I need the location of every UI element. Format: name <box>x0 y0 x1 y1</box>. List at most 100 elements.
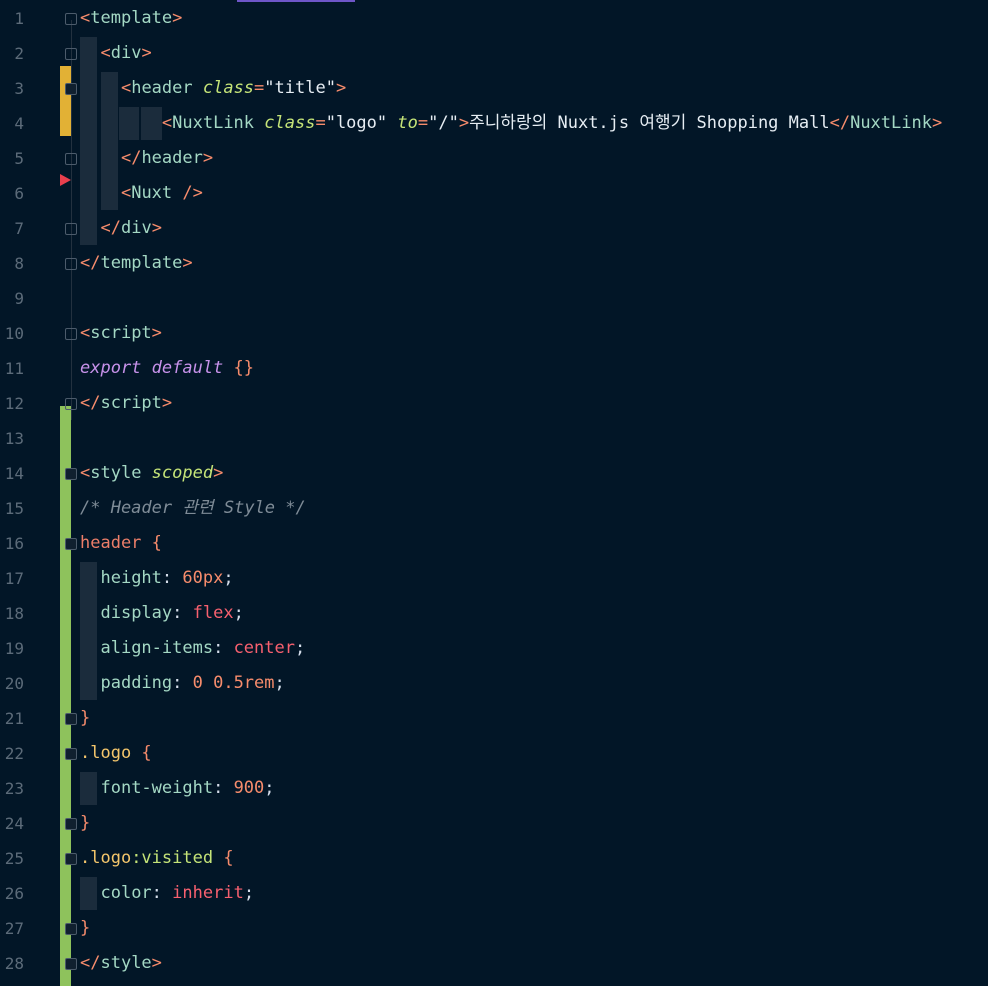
code-line[interactable]: 15 /* Header 관련 Style */ <box>0 491 988 526</box>
code-text[interactable]: header { <box>80 526 162 561</box>
code-line[interactable]: 10 <script> <box>0 316 988 351</box>
code-line[interactable]: 2 <div> <box>0 36 988 71</box>
code-line[interactable]: 24} <box>0 806 988 841</box>
code-text[interactable]: </div> <box>80 211 162 246</box>
line-number: 11 <box>4 359 24 378</box>
line-number: 17 <box>4 569 24 588</box>
code-line[interactable]: 19 align-items: center; <box>0 631 988 666</box>
code-line[interactable]: 18 display: flex; <box>0 596 988 631</box>
code-text[interactable]: } <box>80 806 90 841</box>
code-token: > <box>151 323 162 343</box>
line-number: 10 <box>4 324 24 343</box>
code-line[interactable]: 28 </style> <box>0 946 988 981</box>
code-token: : <box>213 778 234 798</box>
code-token: inherit <box>172 883 244 903</box>
code-line[interactable]: 6 <Nuxt /> <box>0 176 988 211</box>
code-text[interactable]: <template> <box>80 1 182 36</box>
code-text[interactable]: <style scoped> <box>80 456 223 491</box>
code-token: div <box>110 43 142 63</box>
code-text[interactable]: <Nuxt /> <box>80 176 203 211</box>
code-token: {} <box>233 358 255 378</box>
code-token: > <box>151 218 162 238</box>
code-editor[interactable]: 1 <template> 2 <div> 3 <header class="title… <box>0 0 988 986</box>
line-number: 16 <box>4 534 24 553</box>
code-line[interactable]: 14 <style scoped> <box>0 456 988 491</box>
code-token: .logo <box>80 848 132 868</box>
code-line[interactable]: 23 font-weight: 900; <box>0 771 988 806</box>
code-text[interactable]: } <box>80 911 90 946</box>
code-line[interactable]: 22 .logo { <box>0 736 988 771</box>
code-text[interactable]: display: flex; <box>80 596 244 631</box>
code-line[interactable]: 26 color: inherit; <box>0 876 988 911</box>
code-line[interactable]: 1 <template> <box>0 1 988 36</box>
line-number: 27 <box>4 919 24 938</box>
code-line[interactable]: 25 .logo:visited { <box>0 841 988 876</box>
code-line[interactable]: 7 </div> <box>0 211 988 246</box>
code-token: /* Header 관련 Style */ <box>80 498 306 518</box>
code-token: < <box>120 183 132 203</box>
code-token: template <box>100 253 183 273</box>
code-text[interactable]: <div> <box>80 36 151 71</box>
code-token: = <box>315 113 326 133</box>
code-text[interactable]: /* Header 관련 Style */ <box>80 491 306 526</box>
code-token: align-items <box>100 638 214 658</box>
code-token: height <box>100 568 162 588</box>
code-text[interactable]: </template> <box>80 246 193 281</box>
line-number: 2 <box>14 44 24 63</box>
code-line[interactable]: 11 export default {} <box>0 351 988 386</box>
code-text[interactable]: .logo { <box>80 736 152 771</box>
code-line[interactable]: 3 <header class="title"> <box>0 71 988 106</box>
code-line[interactable]: 13 <box>0 421 988 456</box>
code-line[interactable]: 5 </header> <box>0 141 988 176</box>
code-text[interactable]: <script> <box>80 316 162 351</box>
code-line[interactable]: 27} <box>0 911 988 946</box>
code-text[interactable]: </style> <box>80 946 162 981</box>
code-token: > <box>213 463 224 483</box>
code-text[interactable]: </script> <box>80 386 172 421</box>
code-token: } <box>80 813 91 833</box>
code-line[interactable]: 12 </script> <box>0 386 988 421</box>
code-text[interactable]: .logo:visited { <box>80 841 234 876</box>
code-line[interactable]: 4 <NuxtLink class="logo" to="/">주니하랑의 Nu… <box>0 106 988 141</box>
code-text[interactable]: } <box>80 701 90 736</box>
code-text[interactable]: height: 60px; <box>80 561 233 596</box>
code-text[interactable]: </header> <box>80 141 213 176</box>
line-number: 21 <box>4 709 24 728</box>
code-line[interactable]: 9 <box>0 281 988 316</box>
code-token: font-weight <box>100 778 214 798</box>
code-text[interactable]: align-items: center; <box>80 631 305 666</box>
code-token: color <box>100 883 152 903</box>
code-text[interactable]: padding: 0 0.5rem; <box>80 666 284 701</box>
line-number: 26 <box>4 884 24 903</box>
line-number: 5 <box>14 149 24 168</box>
code-token: padding <box>100 673 173 693</box>
code-text[interactable]: color: inherit; <box>80 876 254 911</box>
code-token: center <box>233 638 295 658</box>
line-number: 19 <box>4 639 24 658</box>
code-token: script <box>90 323 152 343</box>
code-line[interactable]: 16 header { <box>0 526 988 561</box>
code-token: to <box>397 113 418 133</box>
code-text[interactable]: export default {} <box>80 351 254 386</box>
code-token: :visited <box>131 848 224 868</box>
code-token: export default <box>80 358 234 378</box>
code-line[interactable]: 20 padding: 0 0.5rem; <box>0 666 988 701</box>
code-token: ; <box>233 603 244 623</box>
code-text[interactable]: font-weight: 900; <box>80 771 274 806</box>
line-number: 22 <box>4 744 24 763</box>
code-token: > <box>161 393 173 413</box>
code-line[interactable]: 17 height: 60px; <box>0 561 988 596</box>
code-line[interactable]: 21} <box>0 701 988 736</box>
code-token: display <box>100 603 173 623</box>
line-number: 6 <box>14 184 24 203</box>
code-line[interactable]: 8 </template> <box>0 246 988 281</box>
code-token: </ <box>829 113 851 133</box>
code-text[interactable]: <header class="title"> <box>80 71 346 106</box>
code-text[interactable]: <NuxtLink class="logo" to="/">주니하랑의 Nuxt… <box>80 106 942 141</box>
